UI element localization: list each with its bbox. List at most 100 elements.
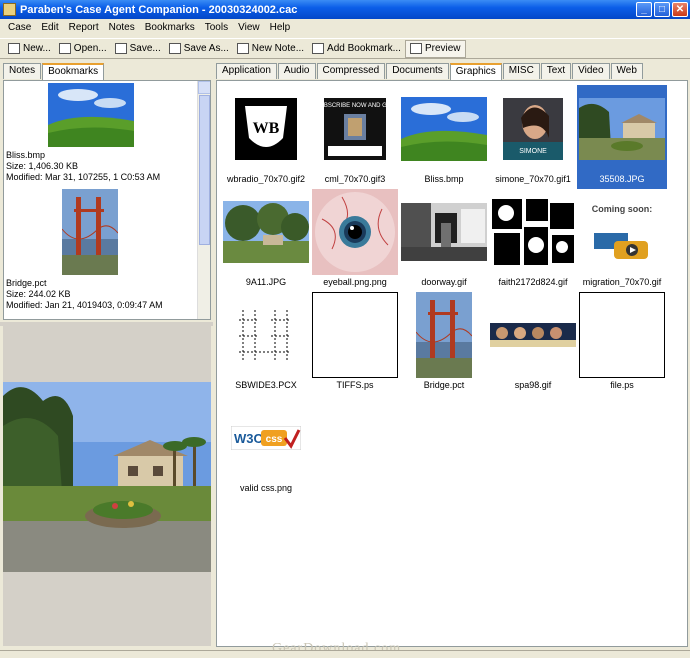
sbwide-thumbnail bbox=[235, 306, 297, 364]
bookmark-thumbnail bbox=[61, 189, 196, 278]
bookmark-thumbnail bbox=[48, 83, 196, 150]
bookmark-name: Bridge.pct bbox=[6, 278, 47, 288]
tab-web[interactable]: Web bbox=[610, 63, 643, 79]
thumbnail-image: SUBSCRIBE NOW AND GET bbox=[310, 85, 400, 173]
menu-case[interactable]: Case bbox=[3, 22, 36, 33]
thumbnail-image: Coming soon: bbox=[577, 188, 667, 276]
new-doc-icon bbox=[8, 43, 20, 54]
file-thumbnail[interactable]: Coming soon: migration_70x70.gif bbox=[577, 188, 667, 292]
menu-help[interactable]: Help bbox=[265, 22, 296, 33]
toolbar-button-new-note[interactable]: New Note... bbox=[233, 40, 308, 58]
menu-tools[interactable]: Tools bbox=[200, 22, 233, 33]
file-thumbnail[interactable]: SBWIDE3.PCX bbox=[221, 291, 311, 395]
w3c-css-badge: W3C css bbox=[231, 426, 301, 450]
file-thumbnail[interactable]: doorway.gif bbox=[399, 188, 489, 292]
toolbar-button-save[interactable]: Save... bbox=[111, 40, 165, 58]
file-thumbnail[interactable]: SIMONE simone_70x70.gif1 bbox=[488, 85, 578, 189]
thumbnail-image bbox=[488, 291, 578, 379]
toolbar-button-label: Add Bookmark... bbox=[327, 43, 401, 54]
file-thumbnail[interactable]: SUBSCRIBE NOW AND GET cml_70x70.gif3 bbox=[310, 85, 400, 189]
eyeball-thumbnail bbox=[312, 189, 398, 275]
close-button[interactable]: ✕ bbox=[672, 2, 688, 17]
toolbar-button-save-as[interactable]: Save As... bbox=[165, 40, 233, 58]
tab-video[interactable]: Video bbox=[572, 63, 610, 79]
blank-page-thumbnail bbox=[312, 292, 398, 378]
coming-soon-thumbnail: Coming soon: bbox=[592, 201, 652, 263]
file-thumbnail[interactable]: faith2172d824.gif bbox=[488, 188, 578, 292]
toolbar-button-label: New... bbox=[23, 43, 51, 54]
thumbnail-image bbox=[577, 85, 667, 173]
tab-documents[interactable]: Documents bbox=[386, 63, 449, 79]
file-thumbnail[interactable]: Bridge.pct bbox=[399, 291, 489, 395]
cml-thumbnail: SUBSCRIBE NOW AND GET bbox=[324, 98, 386, 160]
tab-graphics[interactable]: Graphics bbox=[449, 63, 502, 80]
thumbnail-grid: WB wbradio_70x70.gif2 SUBSCRIBE NOW AND GE… bbox=[216, 80, 688, 647]
bridge-thumbnail bbox=[416, 292, 472, 378]
thumbnail-image bbox=[310, 188, 400, 276]
svg-text:WB: WB bbox=[253, 120, 280, 137]
tab-audio[interactable]: Audio bbox=[277, 63, 316, 79]
thumb-text: Coming soon: bbox=[592, 204, 652, 214]
band-thumbnail bbox=[490, 323, 576, 347]
tab-notes[interactable]: Notes bbox=[3, 63, 42, 79]
maximize-button[interactable]: □ bbox=[654, 2, 670, 17]
blank-page-thumbnail bbox=[579, 292, 665, 378]
menu-notes[interactable]: Notes bbox=[104, 22, 140, 33]
file-name: SBWIDE3.PCX bbox=[235, 380, 297, 390]
bookmark-item[interactable]: Bridge.pct Size: 244.02 KB Modified: Jan 2… bbox=[6, 189, 196, 311]
house-thumbnail bbox=[579, 98, 665, 160]
window-title: Paraben's Case Agent Companion - 2003032… bbox=[20, 3, 298, 16]
scroll-up-arrow[interactable] bbox=[198, 81, 210, 94]
open-folder-icon bbox=[58, 43, 71, 54]
thumbnail-image bbox=[488, 188, 578, 276]
save-disk-icon bbox=[114, 43, 127, 54]
thumbnail-image bbox=[221, 188, 311, 276]
bridge-thumbnail bbox=[61, 189, 119, 275]
file-thumbnail[interactable]: TIFFS.ps bbox=[310, 291, 400, 395]
file-name: file.ps bbox=[610, 380, 634, 390]
tab-text[interactable]: Text bbox=[540, 63, 572, 79]
tab-compressed[interactable]: Compressed bbox=[316, 63, 386, 79]
tab-application[interactable]: Application bbox=[216, 63, 277, 79]
bookmarks-scrollbar[interactable] bbox=[197, 81, 210, 319]
file-thumbnail[interactable]: eyeball.png.png bbox=[310, 188, 400, 292]
simone-thumbnail: SIMONE bbox=[503, 98, 563, 160]
file-name: TIFFS.ps bbox=[336, 380, 374, 390]
title-bar[interactable]: Paraben's Case Agent Companion - 2003032… bbox=[0, 0, 690, 19]
bookmark-item[interactable]: Bliss.bmp Size: 1,406.30 KB Modified: Mar … bbox=[6, 83, 196, 183]
tab-bookmarks[interactable]: Bookmarks bbox=[42, 63, 105, 80]
thumb-text: W3C bbox=[234, 431, 264, 446]
file-name: cml_70x70.gif3 bbox=[324, 174, 386, 184]
toolbar-button-open[interactable]: Open... bbox=[55, 40, 111, 58]
file-thumbnail[interactable]: W3C css valid css.png bbox=[221, 394, 311, 498]
bookmark-size: Size: 244.02 KB bbox=[6, 289, 71, 299]
file-thumbnail[interactable]: 9A11.JPG bbox=[221, 188, 311, 292]
menu-report[interactable]: Report bbox=[64, 22, 104, 33]
toolbar-button-add-bookmark[interactable]: Add Bookmark... bbox=[308, 40, 405, 58]
files-panel: Application Audio Compressed Documents Graph… bbox=[216, 63, 688, 647]
menu-bookmarks[interactable]: Bookmarks bbox=[140, 22, 200, 33]
minimize-button[interactable]: _ bbox=[636, 2, 652, 17]
file-thumbnail[interactable]: Bliss.bmp bbox=[399, 85, 489, 189]
toolbar-button-label: Open... bbox=[73, 43, 107, 54]
faith-thumbnail bbox=[490, 197, 576, 267]
trees-thumbnail bbox=[223, 201, 309, 263]
menu-edit[interactable]: Edit bbox=[36, 22, 63, 33]
file-thumbnail[interactable]: 35508.JPG bbox=[577, 85, 667, 189]
toolbar-button-label: Save... bbox=[129, 43, 161, 54]
menu-view[interactable]: View bbox=[233, 22, 265, 33]
file-thumbnail[interactable]: file.ps bbox=[577, 291, 667, 395]
toolbar-button-label: Save As... bbox=[183, 43, 229, 54]
bookmark-modified: Modified: Jan 21, 4019403, 0:09:47 AM bbox=[6, 300, 163, 310]
bliss-thumbnail bbox=[401, 97, 487, 161]
toolbar-button-preview[interactable]: Preview bbox=[404, 39, 466, 58]
toolbar-button-new[interactable]: New... bbox=[4, 40, 55, 58]
file-name: eyeball.png.png bbox=[323, 277, 387, 287]
thumbnail-image bbox=[399, 188, 489, 276]
thumbnail-image: WB bbox=[221, 85, 311, 173]
file-thumbnail[interactable]: WB wbradio_70x70.gif2 bbox=[221, 85, 311, 189]
tab-misc[interactable]: MISC bbox=[502, 63, 540, 79]
file-thumbnail[interactable]: spa98.gif bbox=[488, 291, 578, 395]
toolbar-button-label: Preview bbox=[424, 43, 461, 54]
scroll-thumb[interactable] bbox=[199, 95, 210, 245]
